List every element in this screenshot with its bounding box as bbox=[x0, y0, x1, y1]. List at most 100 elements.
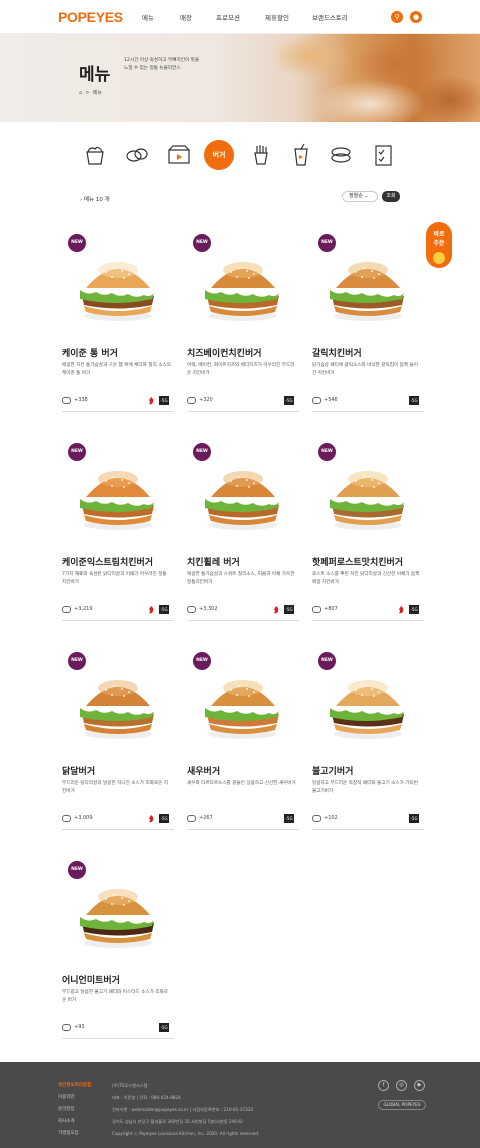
menu-description: 어랙, 베이컨, 화이트치즈와 체더치즈가 어우러진 부드러운 치킨버거 bbox=[187, 363, 295, 376]
checklist-icon[interactable] bbox=[370, 140, 396, 170]
comment-icon[interactable] bbox=[312, 606, 321, 613]
comment-count: +93 bbox=[74, 1024, 85, 1030]
card-divider bbox=[187, 829, 299, 830]
menu-card[interactable]: NEW 케이준 통 버거 매콤한 치킨 통가슴살과 구운 햄 위에 체더와 칠리… bbox=[62, 228, 174, 423]
menu-name[interactable]: 핫페퍼로스트맛치킨버거 bbox=[312, 555, 403, 568]
nav-menu[interactable]: 메뉴 bbox=[142, 12, 180, 22]
menu-card[interactable]: NEW 치킨휠레 버거 매콤한 통가슴살과 스위트 칠리소스, 피클과 어채 가… bbox=[187, 437, 299, 632]
menu-name[interactable]: 치킨휠레 버거 bbox=[187, 555, 240, 568]
spicy-icon bbox=[149, 606, 154, 614]
menu-description: 부드럽고 달콤한 불고기 패티와 머스타드 소스가 조화로운 버거 bbox=[62, 990, 168, 1003]
dessert-icon[interactable] bbox=[328, 140, 354, 170]
chicken-bucket-icon[interactable] bbox=[82, 140, 108, 170]
menu-card[interactable]: NEW 어니언미트버거 부드럽고 달콤한 불고기 패티와 머스타드 소스가 조화… bbox=[62, 855, 174, 1050]
new-badge: NEW bbox=[193, 443, 211, 461]
instagram-icon[interactable]: ◎ bbox=[396, 1080, 407, 1091]
comment-icon[interactable] bbox=[62, 1024, 71, 1031]
footer-link-franchise[interactable]: 가맹점모집 bbox=[58, 1128, 91, 1140]
menu-name[interactable]: 케이준 통 버거 bbox=[62, 346, 118, 359]
comment-count: +267 bbox=[199, 815, 213, 821]
card-divider bbox=[62, 411, 174, 412]
age-rating-badge: -5G bbox=[159, 814, 169, 823]
menu-description: 부드러운 닭다리살과 달콤한 허니진 소스가 조화로운 치킨버거 bbox=[62, 781, 168, 794]
comment-icon[interactable] bbox=[187, 397, 196, 404]
comment-count: +3,009 bbox=[74, 815, 93, 821]
sort-value: 정렬순 bbox=[349, 193, 363, 199]
menu-meta: +93 -5G bbox=[62, 1022, 174, 1036]
footer-link-ethics[interactable]: 윤리헌장 bbox=[58, 1104, 91, 1116]
nav-store[interactable]: 매장 bbox=[180, 12, 216, 22]
fries-icon[interactable] bbox=[248, 140, 274, 170]
comment-icon[interactable] bbox=[62, 397, 71, 404]
card-divider bbox=[62, 1038, 174, 1039]
menu-meta: +546 -5G bbox=[312, 395, 424, 409]
card-divider bbox=[312, 411, 424, 412]
menu-meta: +3,302 -5G bbox=[187, 604, 299, 618]
spicy-icon bbox=[274, 606, 279, 614]
company-info: (주)TS푸드앤시스템 대표 : 이문영 | 전화 : 080-424-8824… bbox=[112, 1080, 259, 1140]
sort-submit-button[interactable]: 조회 bbox=[382, 191, 400, 202]
age-rating-badge: -5G bbox=[409, 814, 419, 823]
breadcrumb: ⌂ > 메뉴 bbox=[79, 89, 102, 96]
menu-description: 로스트 소스를 뿌린 치킨 닭다리살과 신선한 야채가 듬뿍 매콤 치킨버거 bbox=[312, 572, 420, 585]
new-badge: NEW bbox=[68, 652, 86, 670]
menu-name[interactable]: 케이준익스트림치킨버거 bbox=[62, 555, 153, 568]
nav-brand-story[interactable]: 브랜드스토리 bbox=[312, 12, 362, 22]
page-title: 메뉴 bbox=[79, 65, 111, 85]
drink-icon[interactable] bbox=[288, 140, 314, 170]
nav-promotion[interactable]: 프로모션 bbox=[216, 12, 265, 22]
menu-name[interactable]: 새우버거 bbox=[187, 764, 220, 777]
search-icon[interactable]: ⚲ bbox=[391, 11, 403, 23]
comment-icon[interactable] bbox=[62, 606, 71, 613]
nav-discount[interactable]: 제휴할인 bbox=[265, 12, 312, 22]
menu-name[interactable]: 치즈베이컨치킨버거 bbox=[187, 346, 262, 359]
combo-box-icon[interactable] bbox=[166, 140, 192, 170]
comment-icon[interactable] bbox=[62, 815, 71, 822]
menu-name[interactable]: 불고기버거 bbox=[312, 764, 353, 777]
menu-card[interactable]: NEW 핫페퍼로스트맛치킨버거 로스트 소스를 뿌린 치킨 닭다리살과 신선한 … bbox=[312, 437, 424, 632]
footer-link-privacy[interactable]: 개인정보처리방침 bbox=[58, 1080, 91, 1092]
comment-icon[interactable] bbox=[187, 606, 196, 613]
desc-line: 12시간 이상 숙성하고 무뼈치킨이 맛을 bbox=[124, 58, 200, 63]
chicken-pieces-icon[interactable] bbox=[124, 140, 150, 170]
menu-meta: +320 -5G bbox=[187, 395, 299, 409]
menu-card[interactable]: NEW 갈릭치킨버거 닭가슴살 패티에 갈릭소스와 바삭한 갈릭칩이 듬뿍 들어… bbox=[312, 228, 424, 423]
home-icon[interactable]: ⌂ bbox=[79, 90, 82, 96]
global-popeyes-button[interactable]: GLOBAL POPEYES bbox=[378, 1100, 426, 1110]
menu-card[interactable]: NEW 치즈베이컨치킨버거 어랙, 베이컨, 화이트치즈와 체더치즈가 어우러진… bbox=[187, 228, 299, 423]
card-divider bbox=[62, 829, 174, 830]
menu-meta: +3,009 -5G bbox=[62, 813, 174, 827]
menu-card[interactable]: NEW 케이준익스트림치킨버거 7가지 재료와 숙성된 닭다리살과 어패가 어우… bbox=[62, 437, 174, 632]
sort-select[interactable]: 정렬순 ⌄ bbox=[342, 191, 378, 202]
menu-card[interactable]: NEW 새우버거 새우와 타르타르소스를 곁들인 상큼하고 신선한 새우버거 +… bbox=[187, 646, 299, 841]
footer-link-terms[interactable]: 이용약관 bbox=[58, 1092, 91, 1104]
spicy-icon bbox=[399, 606, 404, 614]
comment-icon[interactable] bbox=[187, 815, 196, 822]
user-icon[interactable]: ● bbox=[410, 11, 422, 23]
quick-order-button[interactable]: 바로 주문 bbox=[426, 222, 452, 268]
new-badge: NEW bbox=[318, 443, 336, 461]
comment-icon[interactable] bbox=[312, 815, 321, 822]
facebook-icon[interactable]: f bbox=[378, 1080, 389, 1091]
popeyes-logo[interactable]: POPEYES bbox=[58, 9, 123, 25]
menu-name[interactable]: 어니언미트버거 bbox=[62, 973, 120, 986]
tab-burger[interactable]: 버거 bbox=[204, 140, 234, 170]
menu-description: 닭가슴살 패티에 갈릭소스와 바삭한 갈릭칩이 듬뿍 들어간 치킨버거 bbox=[312, 363, 418, 376]
footer-link-company[interactable]: 회사소개 bbox=[58, 1116, 91, 1128]
info-line: 경기도 성남시 분당구 황새울로 360번길 35 서현빌딩 5층(서현동 24… bbox=[112, 1119, 243, 1124]
desc-line: 느낄 수 있는 정통 뉴올리언스 bbox=[124, 66, 181, 71]
comment-count: +807 bbox=[324, 606, 338, 612]
quick-order-line1: 바로 bbox=[433, 231, 445, 238]
breadcrumb-separator: > bbox=[85, 90, 90, 96]
menu-name[interactable]: 갈릭치킨버거 bbox=[312, 346, 362, 359]
menu-description: 달콤하고 부드러운 독창적 패티와 불고기 소스가 가미된 불고기버거 bbox=[312, 781, 418, 794]
menu-card[interactable]: NEW 닭달버거 부드러운 닭다리살과 달콤한 허니진 소스가 조화로운 치킨버… bbox=[62, 646, 174, 841]
menu-name[interactable]: 닭달버거 bbox=[62, 764, 95, 777]
age-rating-badge: -5G bbox=[159, 1023, 169, 1032]
youtube-icon[interactable]: ▶ bbox=[414, 1080, 425, 1091]
menu-description: 매콤한 통가슴살과 스위트 칠리소스, 피클과 어채 가득한 정통치킨버거 bbox=[187, 572, 295, 585]
comment-icon[interactable] bbox=[312, 397, 321, 404]
menu-card[interactable]: NEW 불고기버거 달콤하고 부드러운 독창적 패티와 불고기 소스가 가미된 … bbox=[312, 646, 424, 841]
page-description: 12시간 이상 숙성하고 무뼈치킨이 맛을 느낄 수 있는 정통 뉴올리언스 bbox=[124, 57, 234, 73]
menu-count: › 메뉴 10 개 bbox=[80, 197, 110, 203]
